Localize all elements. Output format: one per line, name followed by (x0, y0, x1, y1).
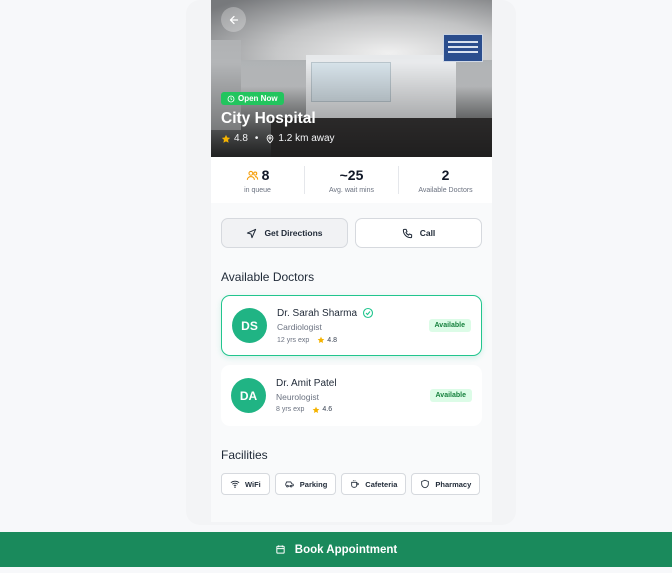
doctor-count: 2 (441, 167, 450, 183)
doctor-rating: 4.8 (327, 336, 338, 344)
people-icon (246, 169, 259, 182)
hospital-name: City Hospital (221, 110, 316, 127)
car-icon (284, 479, 295, 489)
doctor-avatar: DS (232, 308, 267, 343)
get-directions-button[interactable]: Get Directions (221, 218, 348, 248)
doctor-specialty: Neurologist (276, 391, 319, 402)
hospital-distance: 1.2 km away (278, 133, 335, 144)
facility-chip-cafeteria: Cafeteria (341, 473, 407, 495)
doctor-count-label: Available Doctors (418, 187, 473, 194)
doctor-name: Dr. Sarah Sharma (277, 307, 358, 319)
facilities-section-title: Facilities (221, 448, 268, 462)
stats-bar: 8 in queue ~25 Avg. wait mins 2 Availabl… (211, 157, 492, 203)
stat-queue: 8 in queue (211, 166, 304, 194)
facility-label: WiFi (245, 479, 261, 489)
shield-icon (420, 479, 430, 489)
back-button[interactable] (221, 7, 246, 32)
calendar-icon (275, 544, 286, 555)
navigation-icon (246, 228, 257, 239)
facility-label: Parking (299, 479, 328, 489)
wait-label: Avg. wait mins (329, 187, 374, 194)
facility-chip-wifi: WiFi (221, 473, 270, 495)
hospital-detail-screen: Open Now City Hospital 4.8 • 1.2 km away… (211, 0, 492, 522)
wifi-icon (230, 479, 240, 489)
facility-label: Pharmacy (435, 479, 472, 489)
arrow-left-icon (228, 14, 240, 26)
hospital-hero-image: Open Now City Hospital 4.8 • 1.2 km away (211, 0, 492, 157)
open-status-badge: Open Now (221, 92, 284, 105)
coffee-icon (350, 479, 360, 489)
clock-icon (227, 95, 235, 103)
queue-label: in queue (244, 187, 271, 194)
availability-badge: Available (429, 389, 472, 402)
doctor-card-amit-patel[interactable]: DA Dr. Amit Patel Neurologist 8 yrs exp … (221, 365, 482, 426)
hospital-meta: 4.8 • 1.2 km away (221, 133, 335, 144)
verified-check-icon (362, 307, 374, 319)
doctor-experience: 12 yrs exp (277, 336, 310, 344)
doctors-section-title: Available Doctors (221, 270, 315, 284)
star-icon (317, 336, 325, 344)
meta-separator: • (254, 133, 259, 144)
wait-time: ~25 (339, 167, 364, 183)
doctor-specialty: Cardiologist (277, 322, 322, 332)
hospital-rating: 4.8 (234, 133, 248, 144)
star-icon (312, 406, 320, 414)
call-button[interactable]: Call (355, 218, 482, 248)
get-directions-label: Get Directions (264, 228, 323, 238)
doctor-experience: 8 yrs exp (276, 406, 305, 413)
doctor-rating: 4.6 (322, 406, 333, 413)
call-label: Call (419, 228, 436, 238)
facility-chip-parking: Parking (274, 473, 337, 495)
book-appointment-label: Book Appointment (294, 543, 398, 556)
doctor-card-sarah-sharma[interactable]: DS Dr. Sarah Sharma Cardiologist 12 yrs … (221, 295, 482, 356)
phone-icon (402, 228, 413, 239)
availability-badge: Available (428, 319, 471, 332)
doctor-name: Dr. Amit Patel (276, 377, 337, 389)
star-icon (221, 134, 231, 144)
location-pin-icon (265, 134, 275, 144)
queue-count: 8 (261, 167, 270, 183)
facilities-list: WiFi Parking Cafeteria Pharmacy (221, 473, 481, 495)
stat-wait: ~25 Avg. wait mins (304, 166, 398, 194)
facility-chip-pharmacy: Pharmacy (411, 473, 481, 495)
stat-doctors: 2 Available Doctors (398, 166, 492, 194)
facility-label: Cafeteria (365, 479, 398, 489)
book-appointment-button[interactable]: Book Appointment (0, 532, 672, 567)
doctor-avatar: DA (231, 378, 266, 413)
open-status-text: Open Now (238, 94, 278, 103)
